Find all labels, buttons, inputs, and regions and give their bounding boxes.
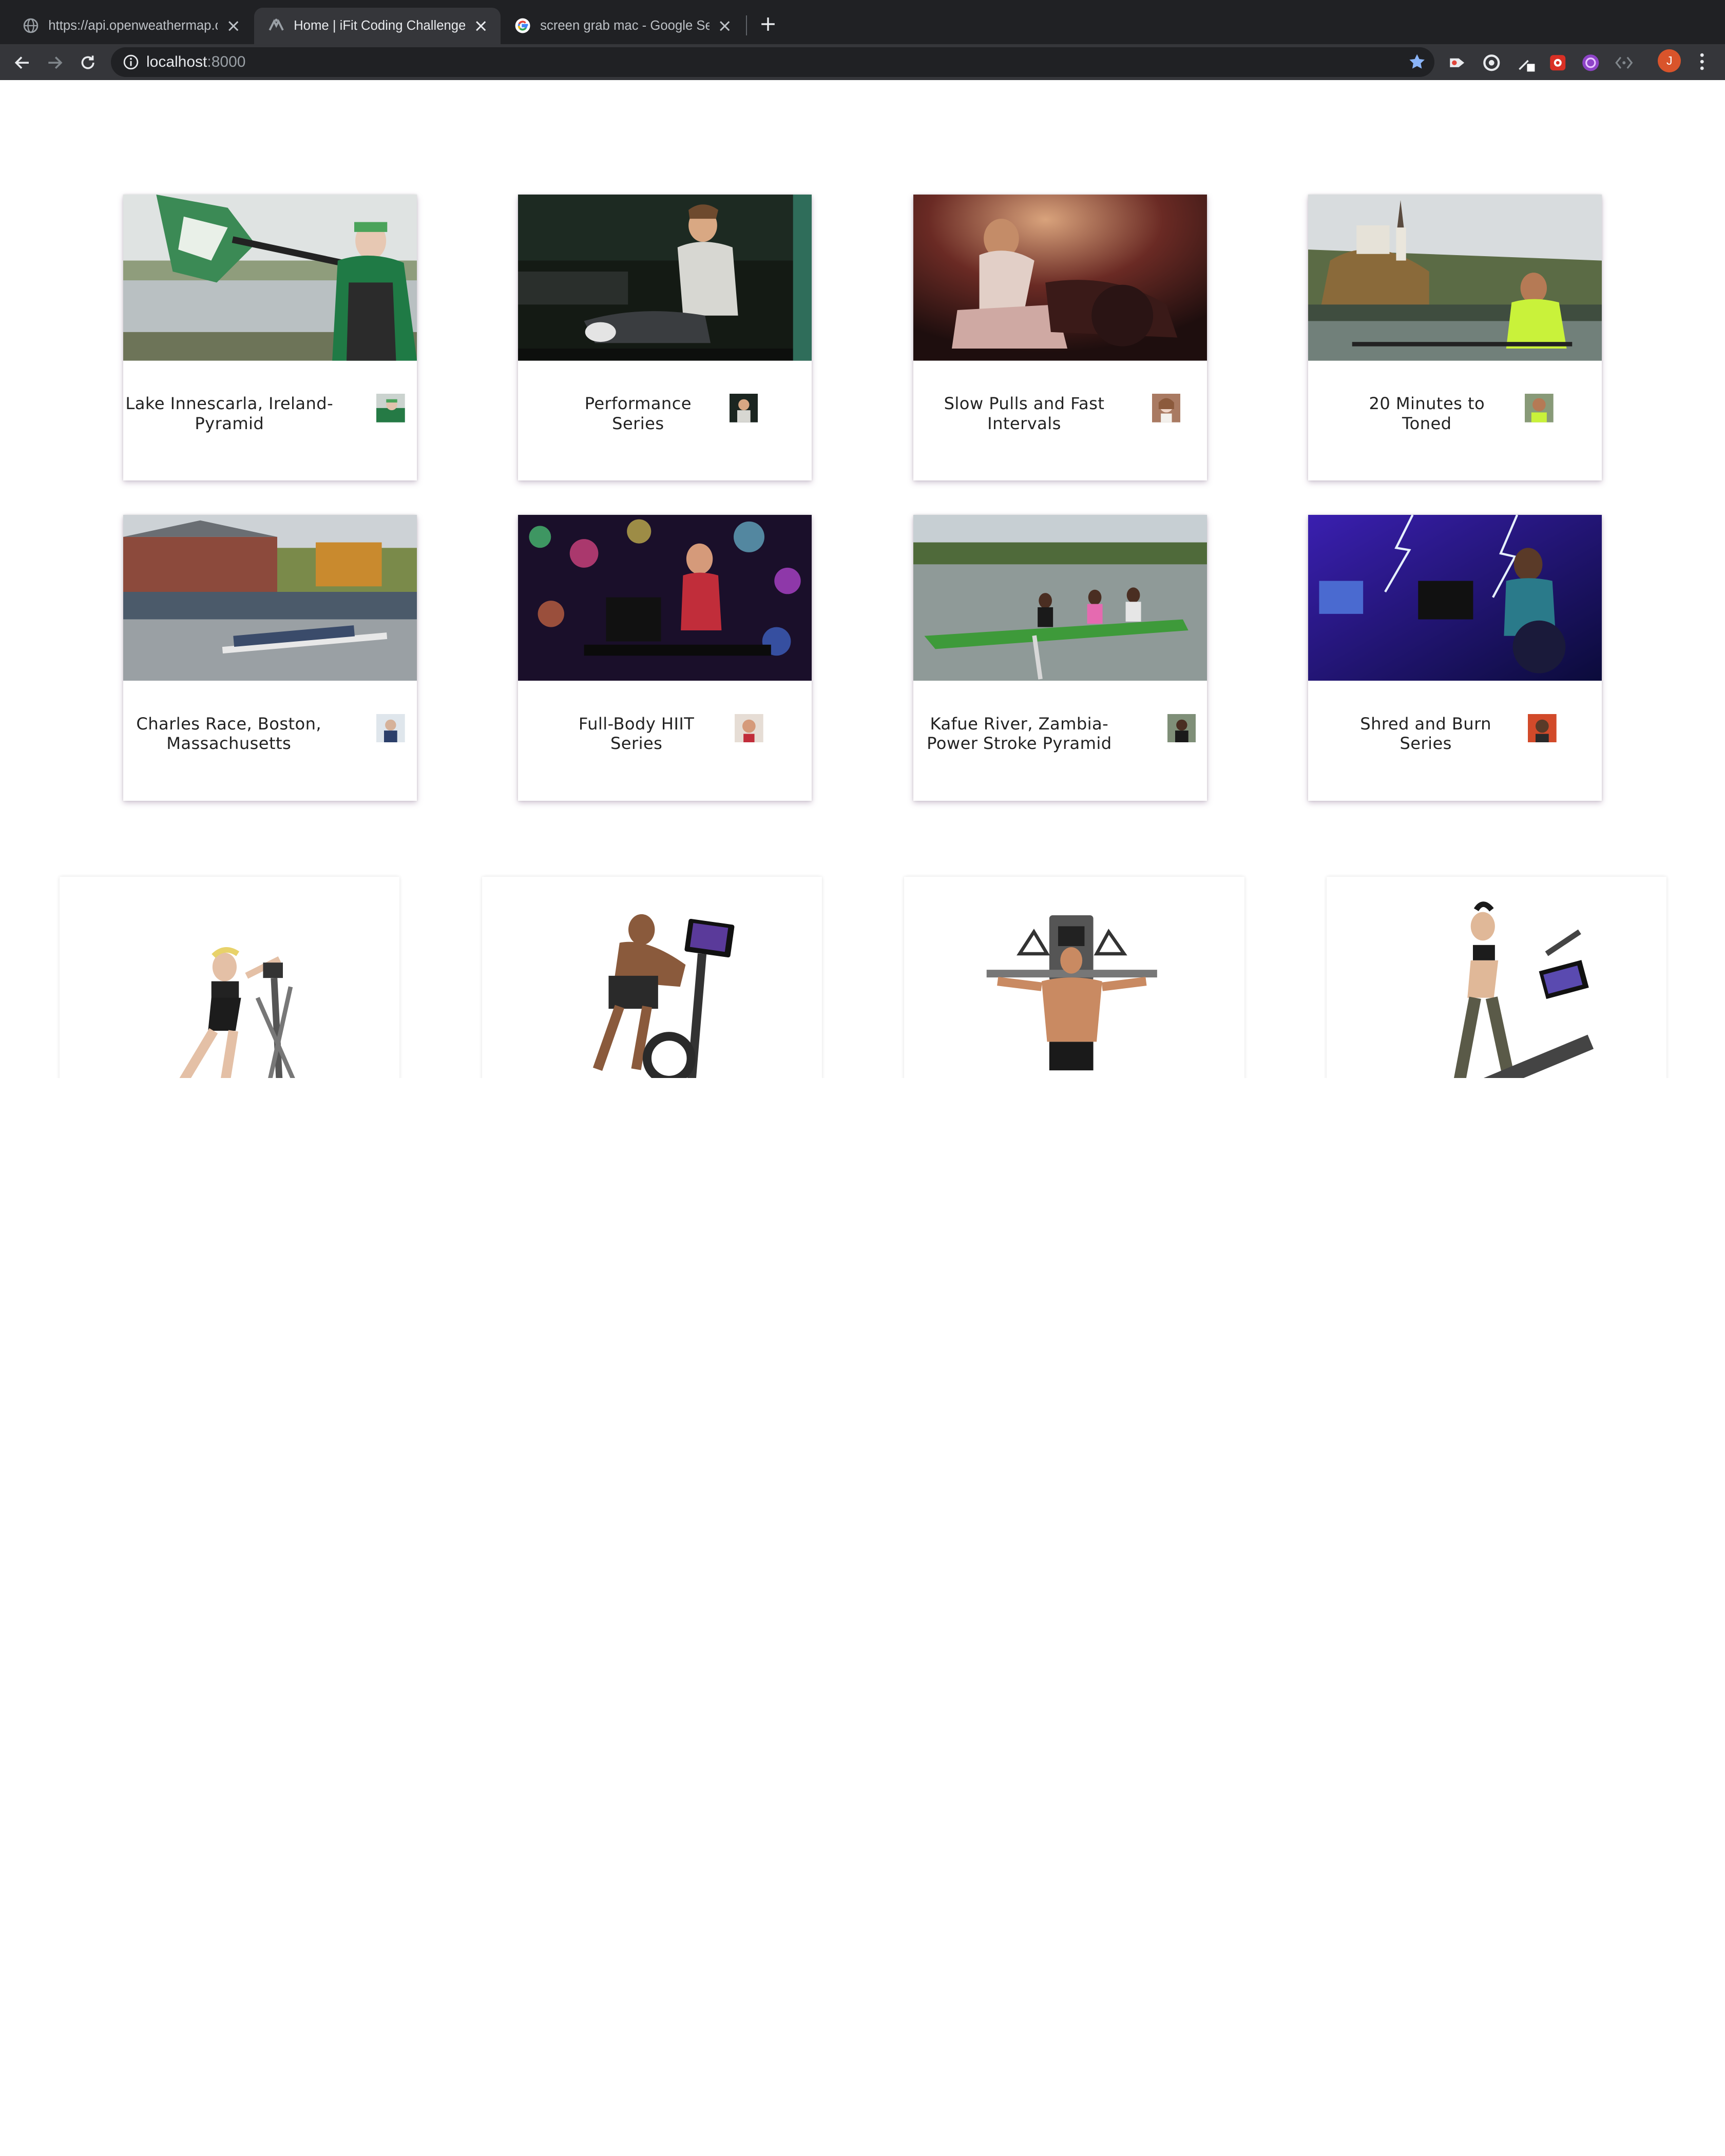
bookmark-star-icon[interactable] <box>1408 53 1426 70</box>
eyedropper-extension-icon[interactable] <box>1516 53 1536 73</box>
new-tab-button[interactable] <box>757 13 779 35</box>
workout-title-line: Intervals <box>987 413 1061 433</box>
trainer-avatar <box>1167 714 1196 743</box>
workout-title-line: Lake Innescarla, Ireland- <box>125 394 334 414</box>
ifit-logo-icon <box>267 17 285 34</box>
workout-title-line: Kafue River, Zambia- <box>930 714 1109 734</box>
web-page: Lake Innescarla, Ireland- Pyramid Perfor… <box>0 80 1725 1078</box>
purple-extension-icon[interactable] <box>1581 53 1601 73</box>
google-g-icon <box>514 17 531 34</box>
workout-title-line: Slow Pulls and Fast <box>944 394 1105 414</box>
workout-title: Kafue River, Zambia- Power Stroke Pyrami… <box>913 714 1126 754</box>
address-url: localhost:8000 <box>146 53 245 71</box>
workout-photo <box>1308 514 1602 681</box>
workout-caption: Shred and Burn Series <box>1308 681 1602 801</box>
address-bar[interactable]: localhost:8000 <box>111 47 1435 77</box>
red-extension-icon[interactable] <box>1548 53 1568 73</box>
trainer-avatar <box>729 394 758 422</box>
trainer-avatar <box>376 714 405 743</box>
close-tab-icon[interactable] <box>472 17 489 34</box>
workout-title: Shred and Burn Series <box>1308 714 1544 754</box>
workout-card[interactable]: Performance Series <box>518 195 812 481</box>
globe-icon <box>22 17 40 34</box>
trainer-avatar <box>376 394 405 422</box>
profile-avatar[interactable]: J <box>1658 49 1681 73</box>
video-extension-icon[interactable] <box>1448 53 1468 73</box>
workout-photo <box>123 195 417 361</box>
workout-caption: Slow Pulls and Fast Intervals <box>913 361 1207 481</box>
code-extension-icon[interactable] <box>1614 53 1634 73</box>
tab-title: https://api.openweathermap.org/data/ <box>48 18 218 33</box>
workout-title-line: Shred and Burn <box>1360 714 1491 734</box>
workout-card[interactable]: 20 Minutes to Toned <box>1308 195 1602 481</box>
workout-caption: Lake Innescarla, Ireland- Pyramid <box>123 361 417 481</box>
workout-title-line: Full-Body HIIT <box>578 714 695 734</box>
trainer-avatar <box>735 714 764 743</box>
reload-button[interactable] <box>76 51 100 75</box>
tab-ifit-home[interactable]: Home | iFit Coding Challenge <box>254 8 501 44</box>
tab-divider <box>745 15 747 35</box>
browser-menu-icon[interactable] <box>1692 51 1712 73</box>
workout-title-line: Massachusetts <box>166 734 292 754</box>
workout-card[interactable]: Slow Pulls and Fast Intervals <box>913 195 1207 481</box>
tab-strip: https://api.openweathermap.org/data/ Hom… <box>0 0 1725 44</box>
workout-card[interactable]: Charles Race, Boston, Massachusetts <box>123 514 417 801</box>
workout-photo <box>913 514 1207 681</box>
elliptical-image[interactable] <box>59 876 399 1078</box>
tab-openweathermap[interactable]: https://api.openweathermap.org/data/ <box>9 8 253 44</box>
back-button[interactable] <box>10 51 34 75</box>
workout-title-line: Series <box>1400 734 1452 754</box>
workout-title-line: 20 Minutes to <box>1369 394 1485 414</box>
tab-title: screen grab mac - Google Search <box>540 18 710 33</box>
workout-title: Charles Race, Boston, Massachusetts <box>123 714 334 754</box>
workout-card[interactable]: Full-Body HIIT Series <box>518 514 812 801</box>
treadmill-image[interactable] <box>1327 876 1667 1078</box>
site-info-icon[interactable] <box>122 53 140 71</box>
workout-caption: Performance Series <box>518 361 812 481</box>
workout-photo <box>913 195 1207 361</box>
trainer-avatar <box>1528 714 1557 743</box>
workout-title-line: Pyramid <box>195 413 264 433</box>
workout-card[interactable]: Shred and Burn Series <box>1308 514 1602 801</box>
workout-card[interactable]: Kafue River, Zambia- Power Stroke Pyrami… <box>913 514 1207 801</box>
workout-title: 20 Minutes to Toned <box>1308 394 1546 433</box>
workout-card[interactable]: Lake Innescarla, Ireland- Pyramid <box>123 195 417 481</box>
workout-title-line: Power Stroke Pyramid <box>927 734 1112 754</box>
browser-window: https://api.openweathermap.org/data/ Hom… <box>0 0 1725 1078</box>
exercise-bike-image[interactable] <box>482 876 822 1078</box>
close-tab-icon[interactable] <box>716 17 734 34</box>
workout-title-line: Series <box>612 413 664 433</box>
workout-title-line: Toned <box>1402 413 1452 433</box>
workout-photo <box>123 514 417 681</box>
url-host: localhost <box>146 53 207 71</box>
trainer-avatar <box>1524 394 1554 422</box>
workout-title: Full-Body HIIT Series <box>518 714 755 754</box>
trainer-avatar <box>1152 394 1181 422</box>
workout-photo <box>518 195 812 361</box>
workout-caption: Charles Race, Boston, Massachusetts <box>123 681 417 801</box>
workout-title: Performance Series <box>518 394 758 433</box>
workout-title-line: Series <box>610 734 663 754</box>
forward-button[interactable] <box>43 51 67 75</box>
workout-title-line: Performance <box>584 394 692 414</box>
circle-extension-icon[interactable] <box>1482 53 1502 73</box>
workout-caption: 20 Minutes to Toned <box>1308 361 1602 481</box>
strength-machine-image[interactable] <box>904 876 1244 1078</box>
workout-caption: Full-Body HIIT Series <box>518 681 812 801</box>
tab-google-search[interactable]: screen grab mac - Google Search <box>501 8 745 44</box>
workout-title: Slow Pulls and Fast Intervals <box>913 394 1136 433</box>
workout-caption: Kafue River, Zambia- Power Stroke Pyrami… <box>913 681 1207 801</box>
close-tab-icon[interactable] <box>224 17 242 34</box>
browser-toolbar: localhost:8000 J <box>0 44 1725 81</box>
url-port: :8000 <box>207 53 246 71</box>
workout-photo <box>1308 195 1602 361</box>
workout-title-line: Charles Race, Boston, <box>136 714 322 734</box>
workout-photo <box>518 514 812 681</box>
workout-title: Lake Innescarla, Ireland- Pyramid <box>123 394 336 433</box>
tab-title: Home | iFit Coding Challenge <box>294 18 466 33</box>
